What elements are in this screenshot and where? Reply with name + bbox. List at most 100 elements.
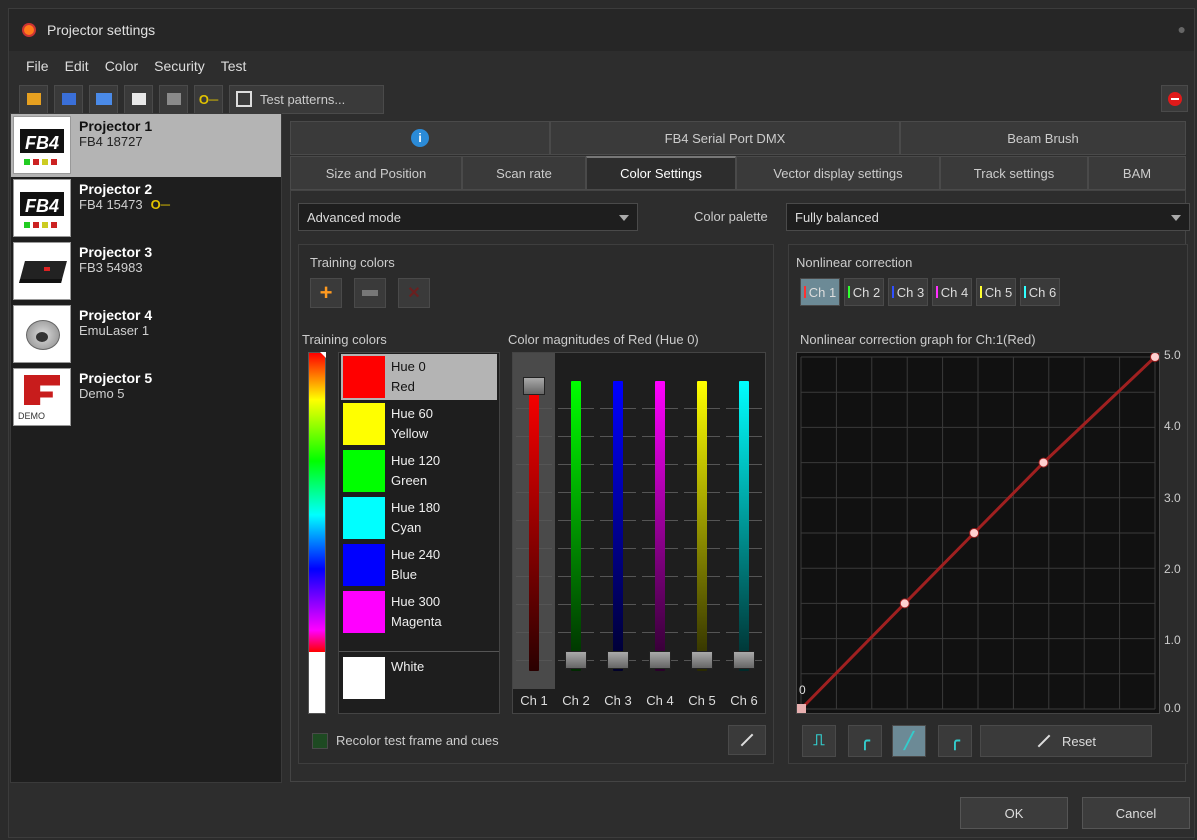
color-swatch <box>343 450 385 492</box>
fader-knob[interactable] <box>565 651 587 669</box>
window-options-icon[interactable]: ● <box>1178 21 1186 37</box>
hue-value: Hue 60 <box>391 406 433 421</box>
fader-knob[interactable] <box>691 651 713 669</box>
reset-icon <box>1037 734 1051 748</box>
fader-ch6[interactable] <box>723 353 765 689</box>
menu-edit[interactable]: Edit <box>58 54 96 78</box>
nl-ch4-button[interactable]: Ch 4 <box>932 278 972 306</box>
tab-info[interactable]: i <box>290 121 550 155</box>
nl-ch-label: Ch 1 <box>808 284 837 300</box>
hue-name: White <box>391 659 425 674</box>
projector-item-2[interactable]: FB4 Projector 2 FB4 15473 O─ <box>11 177 281 240</box>
curve-ease-in-button[interactable]: ╭ <box>938 725 972 757</box>
training-colors-list: Hue 0 Red Hue 60 Yellow Hue 120 Green Hue 1… <box>338 352 500 714</box>
copy-icon <box>131 93 146 105</box>
fader-knob[interactable] <box>607 651 629 669</box>
tab-scan-rate[interactable]: Scan rate <box>462 156 586 190</box>
edit-icon <box>362 290 378 296</box>
projector-item-4[interactable]: Projector 4 EmuLaser 1 <box>11 303 281 366</box>
fader-ch1[interactable] <box>513 353 555 689</box>
palette-label: Color palette <box>694 209 768 224</box>
fader-ch5[interactable] <box>681 353 723 689</box>
reset-button[interactable]: Reset <box>980 725 1152 757</box>
info-icon: i <box>411 129 429 147</box>
ease-out-curve-icon: ╭ <box>860 733 870 750</box>
edit-color-button[interactable] <box>354 278 386 308</box>
fader-ch2[interactable] <box>555 353 597 689</box>
curve-ease-out-button[interactable]: ╭ <box>848 725 882 757</box>
fb4-thumbnail: FB4 <box>13 116 71 174</box>
magic-wand-button[interactable] <box>728 725 766 755</box>
fader-ch3[interactable] <box>597 353 639 689</box>
hue-value: Hue 120 <box>391 453 441 468</box>
curve-linear-button[interactable]: ╱ <box>892 725 926 757</box>
window-title: Projector settings <box>47 22 156 38</box>
nl-ch3-button[interactable]: Ch 3 <box>888 278 928 306</box>
test-patterns-button[interactable]: Test patterns... <box>229 84 384 114</box>
nonlinear-graph[interactable]: 0 <box>796 352 1160 714</box>
nl-ch1-button[interactable]: Ch 1 <box>800 278 840 306</box>
copy-button[interactable] <box>124 84 153 114</box>
tab-size-and-position[interactable]: Size and Position <box>290 156 462 190</box>
delete-color-button[interactable]: ✕ <box>398 278 430 308</box>
tab-bam[interactable]: BAM <box>1088 156 1186 190</box>
paste-button[interactable] <box>159 84 188 114</box>
hue-strip[interactable] <box>308 352 326 714</box>
mode-select-value: Advanced mode <box>307 209 401 225</box>
training-color-white[interactable]: White <box>341 655 497 701</box>
menu-color[interactable]: Color <box>98 54 145 78</box>
add-color-button[interactable]: + <box>310 278 342 308</box>
nl-ch6-button[interactable]: Ch 6 <box>1020 278 1060 306</box>
open-button[interactable] <box>19 84 48 114</box>
ok-button[interactable]: OK <box>960 797 1068 829</box>
fader-knob[interactable] <box>649 651 671 669</box>
menu-security[interactable]: Security <box>147 54 212 78</box>
training-color-item[interactable]: Hue 0 Red <box>341 354 497 400</box>
nl-ch2-button[interactable]: Ch 2 <box>844 278 884 306</box>
fb4-thumbnail: FB4 <box>13 179 71 237</box>
training-color-item[interactable]: Hue 180 Cyan <box>341 495 497 541</box>
save-button[interactable] <box>54 84 83 114</box>
fader-knob[interactable] <box>733 651 755 669</box>
training-color-item[interactable]: Hue 120 Green <box>341 448 497 494</box>
training-color-item[interactable]: Hue 240 Blue <box>341 542 497 588</box>
key-icon: O─ <box>198 91 219 107</box>
stop-button[interactable] <box>1161 85 1188 112</box>
projector-item-5[interactable]: DEMO Projector 5 Demo 5 <box>11 366 281 429</box>
training-color-item[interactable]: Hue 60 Yellow <box>341 401 497 447</box>
hue-value: Hue 300 <box>391 594 441 609</box>
curve-control-point[interactable] <box>797 704 806 713</box>
curve-control-point[interactable] <box>1038 457 1049 468</box>
projector-serial: FB3 54983 <box>79 260 143 275</box>
mode-select[interactable]: Advanced mode <box>298 203 638 231</box>
tab-fb4-serial-port-dmx[interactable]: FB4 Serial Port DMX <box>550 121 900 155</box>
projector-name: Projector 2 <box>79 181 153 197</box>
security-key-button[interactable]: O─ <box>194 84 223 114</box>
projector-item-3[interactable]: Projector 3 FB3 54983 <box>11 240 281 303</box>
menu-file[interactable]: File <box>19 54 56 78</box>
training-color-item[interactable]: Hue 300 Magenta <box>341 589 497 635</box>
tab-beam-brush[interactable]: Beam Brush <box>900 121 1186 155</box>
cancel-button[interactable]: Cancel <box>1082 797 1190 829</box>
palette-select[interactable]: Fully balanced <box>786 203 1190 231</box>
save-as-button[interactable] <box>89 84 118 114</box>
curve-control-point[interactable] <box>969 528 980 538</box>
tab-vector-display-settings[interactable]: Vector display settings <box>736 156 940 190</box>
y-tick-label: 4.0 <box>1164 419 1181 433</box>
curve-control-point[interactable] <box>1150 353 1160 362</box>
tab-color-settings[interactable]: Color Settings <box>586 156 736 190</box>
fader-label: Ch 6 <box>730 693 758 708</box>
menu-test[interactable]: Test <box>214 54 254 78</box>
curve-step-button[interactable]: ⎍ <box>802 725 836 757</box>
floppy-icon <box>61 93 76 105</box>
y-tick-label: 2.0 <box>1164 562 1181 576</box>
fader-label: Ch 5 <box>688 693 716 708</box>
chevron-down-icon <box>1171 215 1181 221</box>
fader-ch4[interactable] <box>639 353 681 689</box>
fader-knob[interactable] <box>523 377 545 395</box>
tab-track-settings[interactable]: Track settings <box>940 156 1088 190</box>
nl-ch5-button[interactable]: Ch 5 <box>976 278 1016 306</box>
recolor-checkbox[interactable] <box>312 733 328 749</box>
projector-item-1[interactable]: FB4 Projector 1 FB4 18727 <box>11 114 281 177</box>
curve-control-point[interactable] <box>899 598 910 609</box>
